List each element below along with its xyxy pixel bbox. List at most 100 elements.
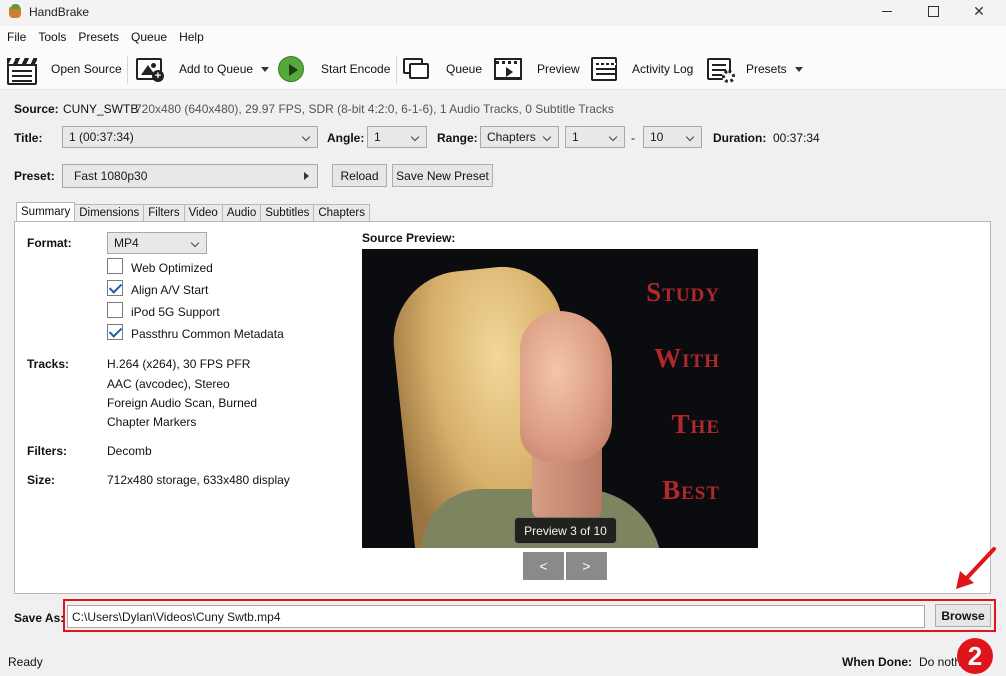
settings-tabs: Summary Dimensions Filters Video Audio S… — [16, 202, 371, 221]
preview-next-button[interactable]: > — [566, 552, 607, 580]
presets-dropdown-icon[interactable] — [794, 66, 803, 72]
menu-tools[interactable]: Tools — [32, 30, 72, 44]
step-number-badge: 2 — [957, 638, 993, 674]
add-to-queue-label: Add to Queue — [179, 62, 254, 76]
queue-icon — [403, 56, 433, 82]
preset-select[interactable]: Fast 1080p30 — [62, 164, 318, 188]
format-label: Format: — [27, 236, 72, 250]
window-title: HandBrake — [29, 5, 90, 19]
menu-bar: File Tools Presets Queue Help — [0, 26, 1006, 48]
when-done-value[interactable]: Do noth — [919, 655, 961, 669]
range-type-select[interactable]: Chapters — [480, 126, 559, 148]
title-select-value: 1 (00:37:34) — [69, 130, 134, 144]
track-item: Chapter Markers — [107, 415, 197, 429]
range-end-select[interactable]: 10 — [643, 126, 702, 148]
activity-log-icon — [591, 57, 617, 81]
range-label: Range: — [437, 131, 478, 145]
chevron-down-icon — [190, 238, 200, 248]
angle-select-value: 1 — [374, 130, 381, 144]
menu-queue[interactable]: Queue — [125, 30, 173, 44]
toolbar: Open Source + Add to Queue Start Encode … — [0, 48, 1006, 90]
clapperboard-icon — [7, 58, 37, 85]
passthru-metadata-checkbox[interactable] — [107, 324, 123, 340]
range-type-value: Chapters — [487, 130, 536, 144]
minimize-button[interactable] — [864, 0, 910, 22]
start-encode-button[interactable]: Start Encode — [278, 48, 390, 90]
title-bar: HandBrake ✕ — [0, 0, 1006, 24]
tab-filters[interactable]: Filters — [143, 204, 185, 221]
ipod-5g-support-checkbox[interactable] — [107, 302, 123, 318]
size-value: 712x480 storage, 633x480 display — [107, 473, 290, 487]
add-picture-icon: + — [136, 58, 164, 82]
format-select[interactable]: MP4 — [107, 232, 207, 254]
maximize-button[interactable] — [910, 0, 956, 22]
chevron-down-icon — [410, 132, 420, 142]
chevron-down-icon — [301, 132, 311, 142]
save-as-path-input[interactable]: C:\Users\Dylan\Videos\Cuny Swtb.mp4 — [67, 605, 925, 628]
title-select[interactable]: 1 (00:37:34) — [62, 126, 318, 148]
format-select-value: MP4 — [114, 236, 139, 250]
tab-audio[interactable]: Audio — [221, 204, 262, 221]
browse-button[interactable]: Browse — [935, 604, 991, 627]
range-start-value: 1 — [572, 130, 579, 144]
track-item: H.264 (x264), 30 FPS PFR — [107, 357, 251, 371]
preview-text-line: With — [654, 343, 720, 373]
preview-text-line: The — [671, 409, 720, 439]
align-av-start-label: Align A/V Start — [131, 283, 209, 297]
tab-dimensions[interactable]: Dimensions — [74, 204, 145, 221]
web-optimized-checkbox[interactable] — [107, 258, 123, 274]
ipod-5g-support-label: iPod 5G Support — [131, 305, 220, 319]
add-to-queue-button[interactable]: + Add to Queue — [136, 48, 270, 90]
duration-label: Duration: — [713, 131, 767, 145]
open-source-label: Open Source — [51, 62, 122, 76]
track-item: AAC (avcodec), Stereo — [107, 377, 230, 391]
close-button[interactable]: ✕ — [956, 0, 1002, 22]
preview-prev-button[interactable]: < — [523, 552, 564, 580]
film-preview-icon — [494, 58, 522, 80]
activity-log-button[interactable]: Activity Log — [591, 48, 693, 90]
menu-help[interactable]: Help — [173, 30, 210, 44]
when-done-label: When Done: — [842, 655, 912, 669]
source-details: 720x480 (640x480), 29.97 FPS, SDR (8-bit… — [135, 102, 614, 116]
annotation-arrow-icon — [956, 547, 996, 589]
preview-label: Preview — [537, 62, 580, 76]
status-text: Ready — [8, 655, 43, 669]
play-icon — [278, 56, 304, 82]
chevron-right-icon — [304, 172, 309, 180]
save-as-label: Save As: — [14, 611, 65, 625]
preview-caption: Preview 3 of 10 — [514, 517, 617, 544]
save-new-preset-button[interactable]: Save New Preset — [392, 164, 493, 187]
filters-value: Decomb — [107, 444, 152, 458]
presets-label: Presets — [746, 62, 787, 76]
angle-select[interactable]: 1 — [367, 126, 427, 148]
source-label: Source: — [14, 102, 59, 116]
add-to-queue-dropdown-icon[interactable] — [261, 66, 270, 72]
filters-label: Filters: — [27, 444, 68, 458]
range-start-select[interactable]: 1 — [565, 126, 625, 148]
source-name: CUNY_SWTB — [63, 102, 139, 116]
presets-button[interactable]: Presets — [707, 48, 803, 90]
tab-summary[interactable]: Summary — [16, 202, 76, 221]
menu-presets[interactable]: Presets — [72, 30, 125, 44]
preset-select-value: Fast 1080p30 — [74, 169, 148, 183]
size-label: Size: — [27, 473, 56, 487]
activity-log-label: Activity Log — [632, 62, 694, 76]
passthru-metadata-label: Passthru Common Metadata — [131, 327, 284, 341]
tab-video[interactable]: Video — [183, 204, 223, 221]
duration-value: 00:37:34 — [773, 131, 820, 145]
queue-label: Queue — [446, 62, 483, 76]
start-encode-label: Start Encode — [321, 62, 391, 76]
open-source-button[interactable]: Open Source — [7, 48, 122, 90]
range-end-value: 10 — [650, 130, 664, 144]
reload-button[interactable]: Reload — [332, 164, 387, 187]
menu-file[interactable]: File — [0, 30, 32, 44]
tab-subtitles[interactable]: Subtitles — [260, 204, 315, 221]
preview-button[interactable]: Preview — [494, 48, 580, 90]
queue-button[interactable]: Queue — [403, 48, 482, 90]
preset-label: Preset: — [14, 169, 55, 183]
chevron-down-icon — [608, 132, 618, 142]
tab-chapters[interactable]: Chapters — [313, 204, 371, 221]
align-av-start-checkbox[interactable] — [107, 280, 123, 296]
source-preview-label: Source Preview: — [362, 231, 456, 245]
range-dash: - — [631, 131, 635, 145]
